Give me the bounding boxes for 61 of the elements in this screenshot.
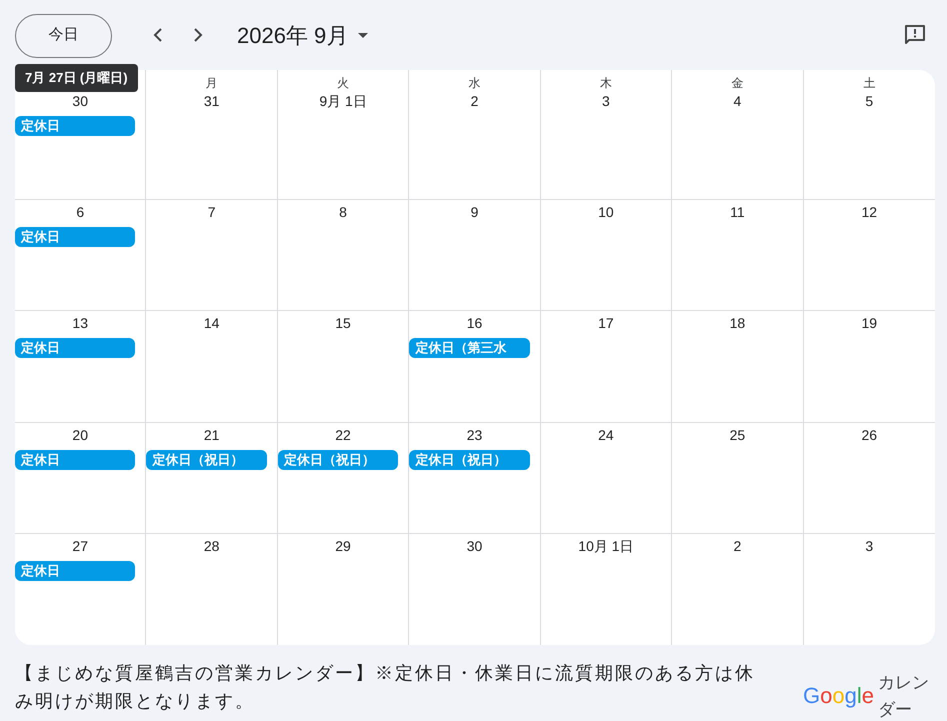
date-label: 4 — [733, 92, 742, 110]
date-label: 5 — [865, 92, 874, 110]
date-label: 15 — [335, 314, 351, 332]
date-label: 21 — [204, 426, 220, 444]
month-selector[interactable]: 2026年 9月 — [237, 18, 368, 52]
date-tooltip: 7月 27日 (月曜日) — [15, 64, 138, 92]
event-chip[interactable]: 定休日 — [15, 116, 136, 136]
date-label: 7 — [208, 203, 216, 221]
event-chip[interactable]: 定休日 — [15, 338, 136, 358]
calendar-label: カレンダー — [878, 672, 930, 721]
date-label: 30 — [466, 537, 482, 555]
weekday-label: 木 — [600, 77, 612, 89]
event-chip[interactable]: 定休日 — [15, 561, 136, 581]
weekday-label: 土 — [863, 77, 876, 89]
weekday-label: 金 — [731, 77, 744, 89]
weekday-label: 火 — [337, 77, 350, 89]
date-label: 17 — [598, 314, 614, 332]
date-label: 14 — [204, 314, 220, 332]
date-label: 8 — [339, 203, 347, 221]
event-chip[interactable]: 定休日（祝日） — [278, 450, 398, 470]
calendar-description: 【まじめな質屋鶴吉の営業カレンダー】※定休日・休業日に流質期限のある方は休み明けが期限となります。 — [15, 662, 756, 713]
date-label: 2 — [733, 537, 742, 555]
date-label: 12 — [861, 203, 878, 221]
event-chip[interactable]: 定休日 — [15, 450, 136, 470]
date-label: 26 — [861, 426, 878, 444]
date-label: 11 — [730, 203, 745, 221]
date-label: 31 — [204, 92, 220, 110]
date-label: 28 — [204, 537, 220, 555]
date-label: 27 — [72, 537, 88, 555]
feedback-icon — [904, 24, 926, 46]
weekday-label: 月 — [206, 77, 218, 89]
date-label: 23 — [466, 426, 482, 444]
date-label: 13 — [72, 314, 88, 332]
date-label: 3 — [602, 92, 610, 110]
weekday-label: 水 — [468, 77, 480, 89]
date-label: 20 — [72, 426, 88, 444]
date-label: 18 — [730, 314, 746, 332]
google-logo: Google — [802, 685, 874, 707]
date-label: 25 — [730, 426, 746, 444]
date-label: 9 — [470, 203, 478, 221]
date-label: 2 — [470, 92, 478, 110]
chevron-right-icon — [193, 28, 203, 42]
date-label: 10 — [598, 203, 614, 221]
date-label: 30 — [72, 92, 88, 110]
date-label: 6 — [76, 203, 84, 221]
feedback-button[interactable] — [903, 23, 927, 47]
caret-down-icon — [358, 32, 368, 38]
event-chip[interactable]: 定休日（祝日） — [146, 450, 267, 470]
date-label: 3 — [865, 537, 874, 555]
today-button[interactable]: 今日 — [15, 14, 112, 58]
chevron-left-icon — [153, 28, 163, 42]
event-chip[interactable]: 定休日 — [15, 227, 136, 247]
date-label: 19 — [861, 314, 878, 332]
date-label: 9月 1日 — [319, 92, 367, 110]
date-label: 22 — [335, 426, 351, 444]
date-label: 24 — [598, 426, 614, 444]
event-chip[interactable]: 定休日（祝日） — [409, 450, 530, 470]
date-label: 16 — [466, 314, 482, 332]
event-chip[interactable]: 定休日（第三水 — [409, 338, 530, 358]
date-label: 29 — [335, 537, 351, 555]
date-label: 10月 1日 — [578, 537, 634, 555]
